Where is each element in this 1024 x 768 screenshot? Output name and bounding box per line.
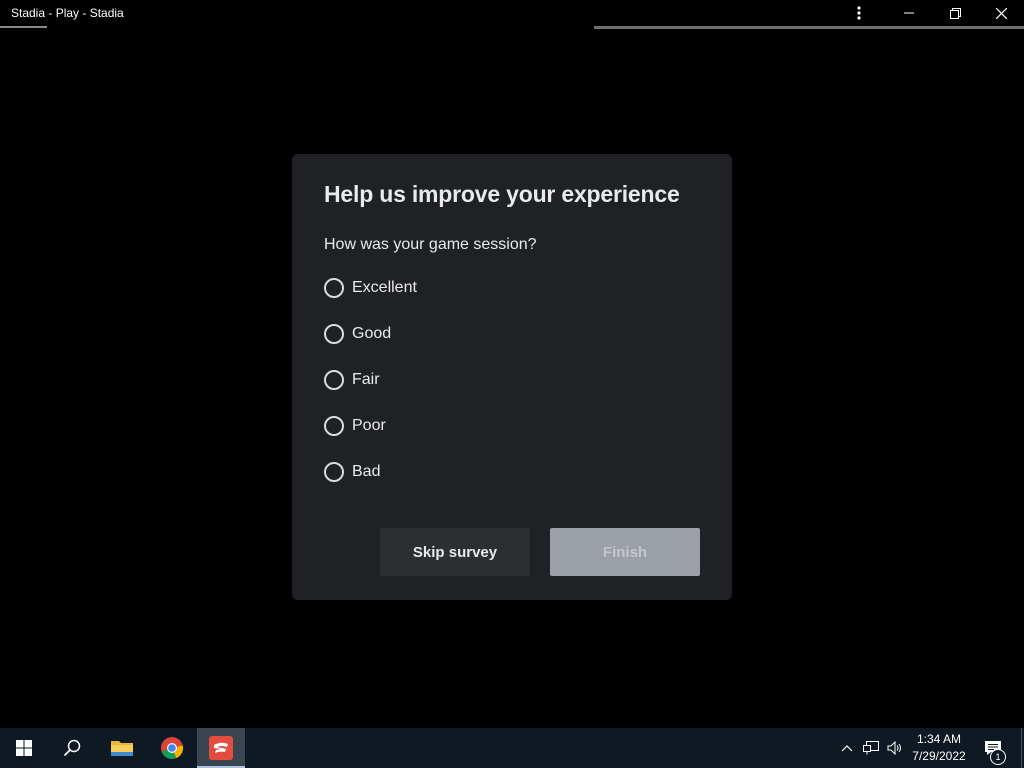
window-title: Stadia - Play - Stadia [11, 6, 124, 20]
start-button[interactable] [0, 728, 48, 768]
radio-button[interactable] [324, 278, 344, 298]
radio-button[interactable] [324, 370, 344, 390]
more-vert-icon [857, 6, 861, 20]
clock-date: 7/29/2022 [912, 749, 966, 763]
stadia-button[interactable] [197, 728, 245, 768]
skip-survey-button[interactable]: Skip survey [380, 528, 530, 576]
stadia-icon [209, 736, 233, 760]
chrome-button[interactable] [148, 728, 196, 768]
notification-count-badge: 1 [990, 749, 1006, 765]
show-desktop-divider [1020, 728, 1022, 768]
dialog-title: Help us improve your experience [324, 181, 680, 207]
radio-button[interactable] [324, 324, 344, 344]
show-desktop-button[interactable] [1018, 728, 1024, 768]
option-label: Bad [352, 463, 381, 480]
clock[interactable]: 1:34 AM 7/29/2022 [906, 731, 972, 765]
more-options-button[interactable] [836, 0, 882, 26]
taskbar: 1:34 AM 7/29/2022 [0, 728, 1024, 768]
folder-icon [111, 741, 133, 756]
option-label: Excellent [352, 279, 417, 296]
option-poor[interactable]: Poor [324, 414, 386, 438]
loading-bar [594, 26, 1024, 29]
network-icon [863, 741, 879, 755]
chrome-icon [161, 737, 184, 759]
option-fair[interactable]: Fair [324, 368, 380, 392]
option-label: Fair [352, 371, 380, 388]
restore-button[interactable] [932, 0, 978, 26]
option-good[interactable]: Good [324, 322, 391, 346]
option-label: Good [352, 325, 392, 342]
chevron-up-icon [841, 745, 853, 752]
restore-icon [949, 7, 961, 19]
speaker-icon [887, 741, 901, 755]
radio-button[interactable] [324, 462, 344, 482]
network-button[interactable] [860, 728, 882, 768]
clock-time: 1:34 AM [916, 732, 962, 746]
radio-button[interactable] [324, 416, 344, 436]
file-explorer-button[interactable] [98, 728, 146, 768]
finish-button[interactable]: Finish [550, 528, 700, 576]
show-hidden-icons-button[interactable] [838, 728, 856, 768]
search-button[interactable] [48, 728, 96, 768]
minimize-icon [904, 12, 914, 14]
windows-icon [16, 740, 32, 756]
survey-question: How was your game session? [324, 236, 537, 253]
volume-button[interactable] [884, 728, 906, 768]
option-bad[interactable]: Bad [324, 460, 380, 484]
close-button[interactable] [978, 0, 1024, 26]
search-icon [63, 739, 81, 757]
close-icon [995, 7, 1007, 19]
title-underline [0, 26, 47, 28]
minimize-button[interactable] [886, 0, 932, 26]
option-label: Poor [352, 417, 386, 434]
option-excellent[interactable]: Excellent [324, 276, 417, 300]
survey-dialog: Help us improve your experience How was … [292, 154, 732, 600]
title-bar: Stadia - Play - Stadia [0, 0, 1024, 29]
